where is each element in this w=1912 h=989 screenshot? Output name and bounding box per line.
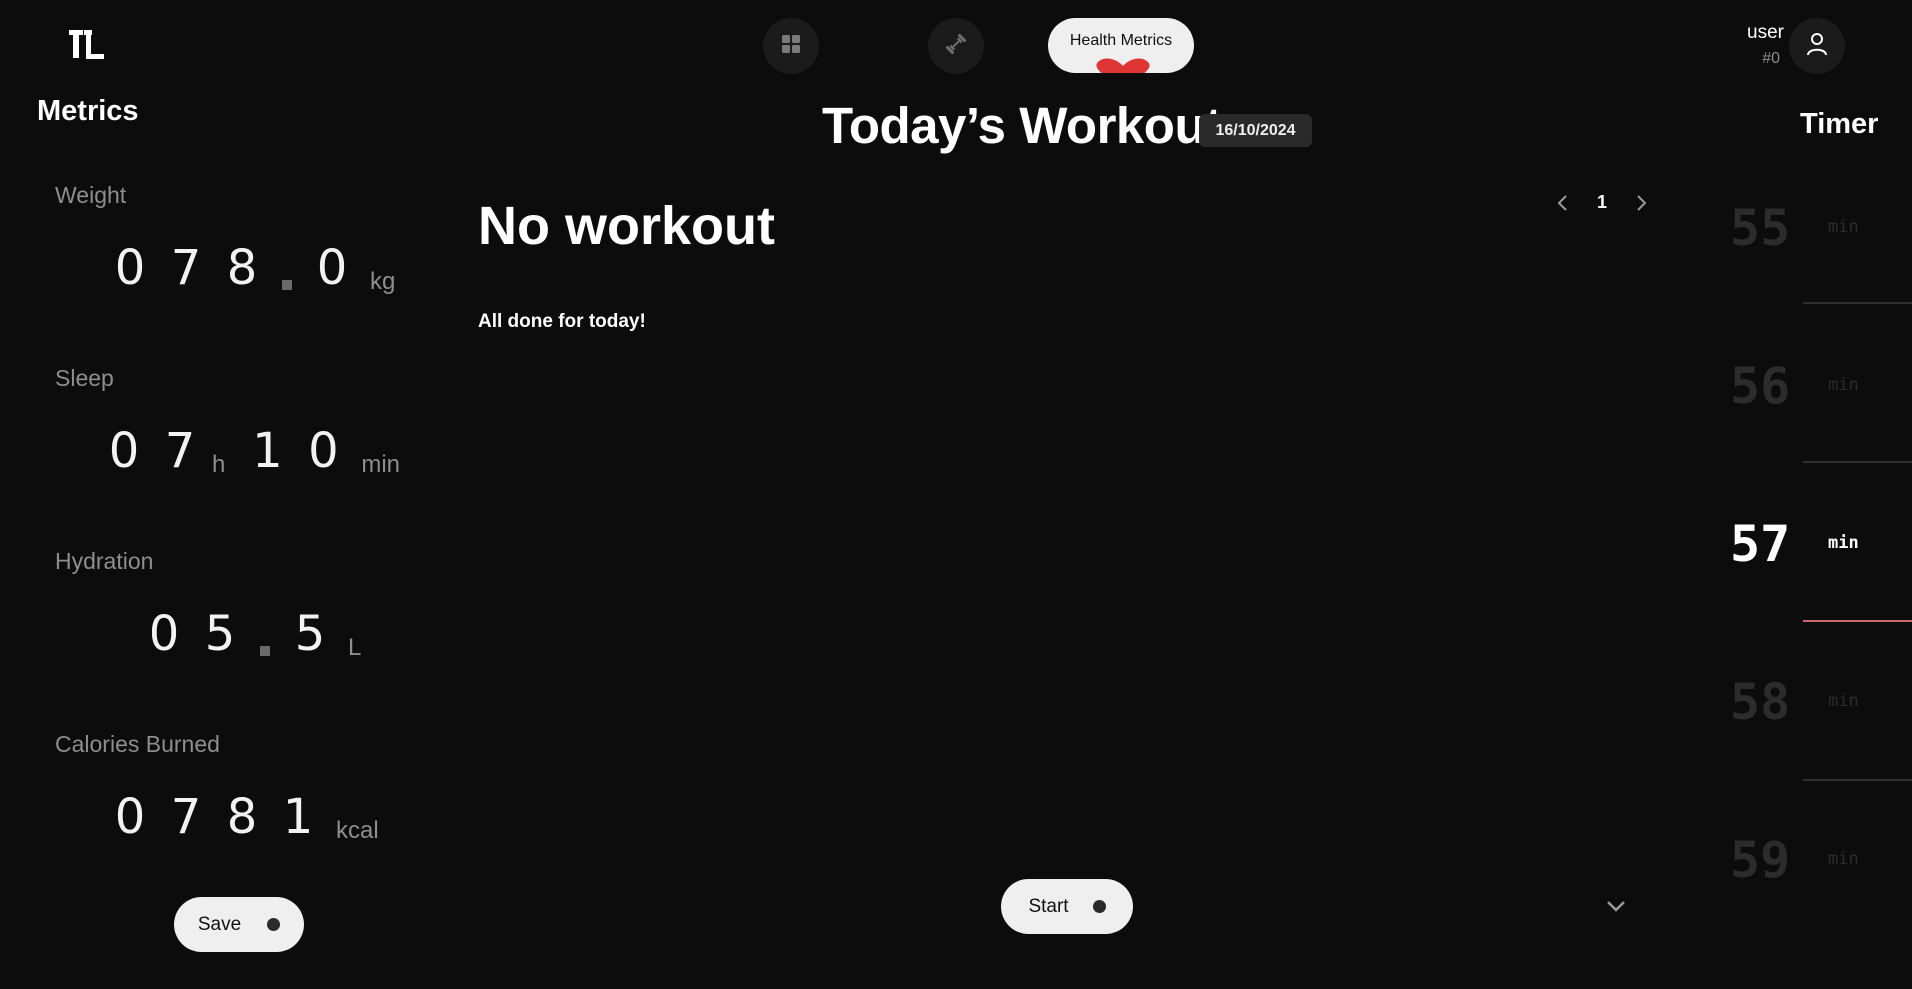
chevron-down-icon <box>1607 901 1625 912</box>
timer-option[interactable]: 58 min <box>1720 667 1912 737</box>
dot-icon <box>267 918 281 931</box>
dumbbell-icon <box>943 31 969 61</box>
calories-digit[interactable]: 7 <box>158 789 214 845</box>
timer-option[interactable]: 55 min <box>1720 193 1912 263</box>
hydration-digit[interactable]: 0 <box>136 606 192 662</box>
app-logo[interactable] <box>68 28 106 62</box>
weight-digit[interactable]: 0 <box>304 240 360 296</box>
timer-option-value: 55 <box>1730 199 1791 257</box>
heart-icon <box>1096 58 1150 73</box>
profile-button[interactable] <box>1789 18 1845 74</box>
workouts-nav-button[interactable] <box>928 18 984 74</box>
hydration-label: Hydration <box>55 548 154 574</box>
weight-digit[interactable]: 7 <box>158 240 214 296</box>
weight-unit: kg <box>370 268 396 295</box>
sleep-minutes-unit: min <box>361 451 401 478</box>
page-title: Today’s Workout <box>822 97 1222 154</box>
timer-option-value: 58 <box>1730 673 1791 731</box>
timer-title: Timer <box>1800 108 1879 140</box>
weight-digit[interactable]: 8 <box>214 240 270 296</box>
page-number: 1 <box>1596 192 1607 212</box>
dot-icon <box>1092 900 1106 913</box>
timer-option-unit: min <box>1828 691 1859 711</box>
health-metrics-label: Health Metrics <box>1069 32 1173 49</box>
timer-selected-indicator <box>1803 620 1912 622</box>
calories-unit: kcal <box>336 817 379 844</box>
weight-digit[interactable]: 0 <box>102 240 158 296</box>
start-button-label: Start <box>1028 895 1069 917</box>
timer-option-selected[interactable]: 57 min <box>1720 509 1912 579</box>
decimal-point <box>282 280 292 290</box>
calories-digit[interactable]: 0 <box>102 789 158 845</box>
timer-option-unit: min <box>1828 533 1859 553</box>
expand-button[interactable] <box>1604 896 1628 916</box>
hydration-value[interactable]: 0 5 5 L <box>136 602 362 662</box>
health-metrics-nav-button[interactable]: Health Metrics <box>1048 18 1194 73</box>
timer-divider <box>1803 461 1912 463</box>
chevron-left-icon <box>1557 195 1567 211</box>
timer-option-unit: min <box>1828 217 1859 237</box>
timer-option-unit: min <box>1828 375 1859 395</box>
hydration-unit: L <box>348 634 362 661</box>
calories-digit[interactable]: 8 <box>214 789 270 845</box>
grid-icon <box>781 34 801 58</box>
calories-value[interactable]: 0 7 8 1 kcal <box>102 785 379 845</box>
date-badge: 16/10/2024 <box>1199 114 1312 147</box>
sleep-hours-unit: h <box>212 451 226 478</box>
decimal-point <box>260 646 270 656</box>
timer-option-unit: min <box>1828 849 1859 869</box>
user-name: user <box>1747 22 1784 43</box>
save-button-label: Save <box>197 913 242 935</box>
timer-option[interactable]: 59 min <box>1720 825 1912 895</box>
metrics-title: Metrics <box>37 95 139 127</box>
user-id: #0 <box>1762 50 1780 67</box>
timer-option[interactable]: 56 min <box>1720 351 1912 421</box>
sleep-label: Sleep <box>55 365 114 391</box>
next-page-button[interactable] <box>1631 193 1651 213</box>
weight-label: Weight <box>55 182 127 208</box>
timer-divider <box>1803 302 1912 304</box>
sleep-minutes-digit[interactable]: 0 <box>295 423 351 479</box>
workout-subtitle: All done for today! <box>478 311 646 332</box>
hydration-digit[interactable]: 5 <box>282 606 338 662</box>
start-button[interactable]: Start <box>1001 879 1133 934</box>
calories-label: Calories Burned <box>55 731 220 757</box>
user-icon <box>1806 32 1828 60</box>
workout-title: No workout <box>478 196 775 256</box>
timer-divider <box>1803 779 1912 781</box>
sleep-value[interactable]: 0 7 h 1 0 min <box>96 419 400 479</box>
timer-option-value: 57 <box>1730 515 1791 573</box>
save-button[interactable]: Save <box>174 897 304 952</box>
calories-digit[interactable]: 1 <box>270 789 326 845</box>
weight-value[interactable]: 0 7 8 0 kg <box>102 236 396 296</box>
sleep-minutes-digit[interactable]: 1 <box>239 423 295 479</box>
hydration-digit[interactable]: 5 <box>192 606 248 662</box>
dashboard-nav-button[interactable] <box>763 18 819 74</box>
timer-option-value: 59 <box>1730 831 1791 889</box>
sleep-hours-digit[interactable]: 0 <box>96 423 152 479</box>
timer-option-value: 56 <box>1730 357 1791 415</box>
sleep-hours-digit[interactable]: 7 <box>152 423 208 479</box>
previous-page-button[interactable] <box>1553 193 1573 213</box>
chevron-right-icon <box>1637 195 1647 211</box>
